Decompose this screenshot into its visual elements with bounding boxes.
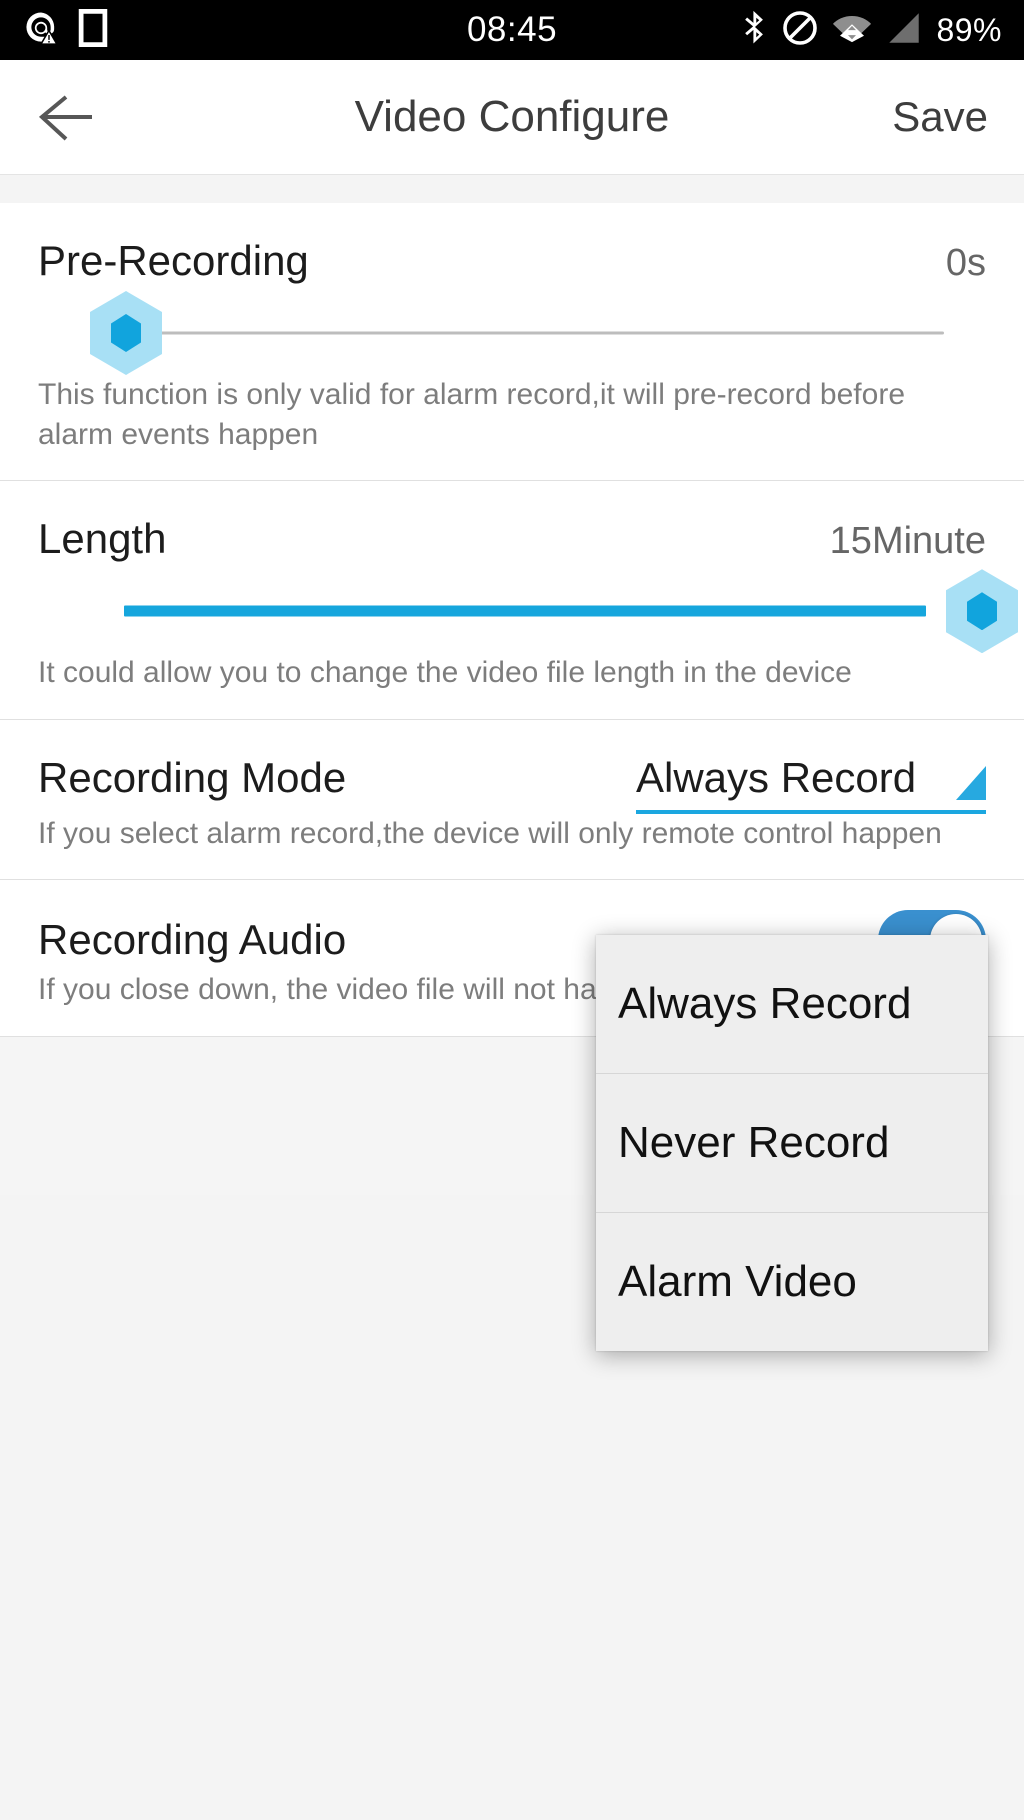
pre-recording-header: Pre-Recording 0s (38, 203, 986, 285)
wifi-icon (832, 12, 872, 49)
header-spacer (0, 175, 1024, 203)
do-not-disturb-icon (782, 10, 818, 51)
pre-recording-label: Pre-Recording (38, 237, 309, 284)
app-header: Video Configure Save (0, 60, 1024, 175)
battery-percent-label: 89% (936, 11, 1002, 48)
dropdown-option-always-record[interactable]: Always Record (596, 935, 988, 1073)
dropdown-option-never-record[interactable]: Never Record (596, 1074, 988, 1212)
status-bar: 08:45 89% (0, 0, 1024, 60)
recording-mode-header: Recording Mode Always Record (38, 720, 986, 814)
pre-recording-value: 0s (945, 242, 986, 284)
section-recording-mode: Recording Mode Always Record If you sele… (0, 719, 1024, 880)
length-header: Length 15Minute (38, 481, 986, 563)
recording-mode-description: If you select alarm record,the device wi… (38, 816, 942, 850)
pre-recording-slider-track (126, 331, 944, 335)
recording-mode-dropdown-trigger[interactable]: Always Record (636, 754, 986, 814)
section-length: Length 15Minute It could allow you to ch… (0, 481, 1024, 719)
recording-audio-label: Recording Audio (38, 916, 347, 964)
cellular-signal-icon (886, 11, 922, 50)
section-pre-recording: Pre-Recording 0s This function is only v… (0, 203, 1024, 481)
recording-mode-label: Recording Mode (38, 753, 347, 801)
length-slider[interactable] (38, 569, 1018, 654)
pre-recording-description: This function is only valid for alarm re… (38, 378, 905, 451)
length-slider-fill (124, 605, 926, 617)
dropdown-option-alarm-video[interactable]: Alarm Video (596, 1213, 988, 1351)
recording-mode-dropdown-menu[interactable]: Always Record Never Record Alarm Video (596, 935, 988, 1351)
back-arrow-icon[interactable] (36, 85, 100, 149)
page-title: Video Configure (354, 92, 670, 141)
status-bar-right-icons: 89% (742, 9, 1002, 52)
recording-mode-selected-value: Always Record (636, 753, 917, 801)
app-screen: 08:45 89% Video Configure Save Pre-Recor… (0, 0, 1024, 1820)
bluetooth-icon (742, 9, 768, 52)
settings-list: Pre-Recording 0s This function is only v… (0, 203, 1024, 1037)
save-button[interactable]: Save (892, 93, 988, 141)
caret-down-icon (956, 765, 986, 800)
length-description: It could allow you to change the video f… (38, 656, 852, 690)
length-label: Length (38, 515, 167, 563)
pre-recording-slider[interactable] (38, 291, 986, 375)
length-value: 15Minute (829, 520, 986, 563)
